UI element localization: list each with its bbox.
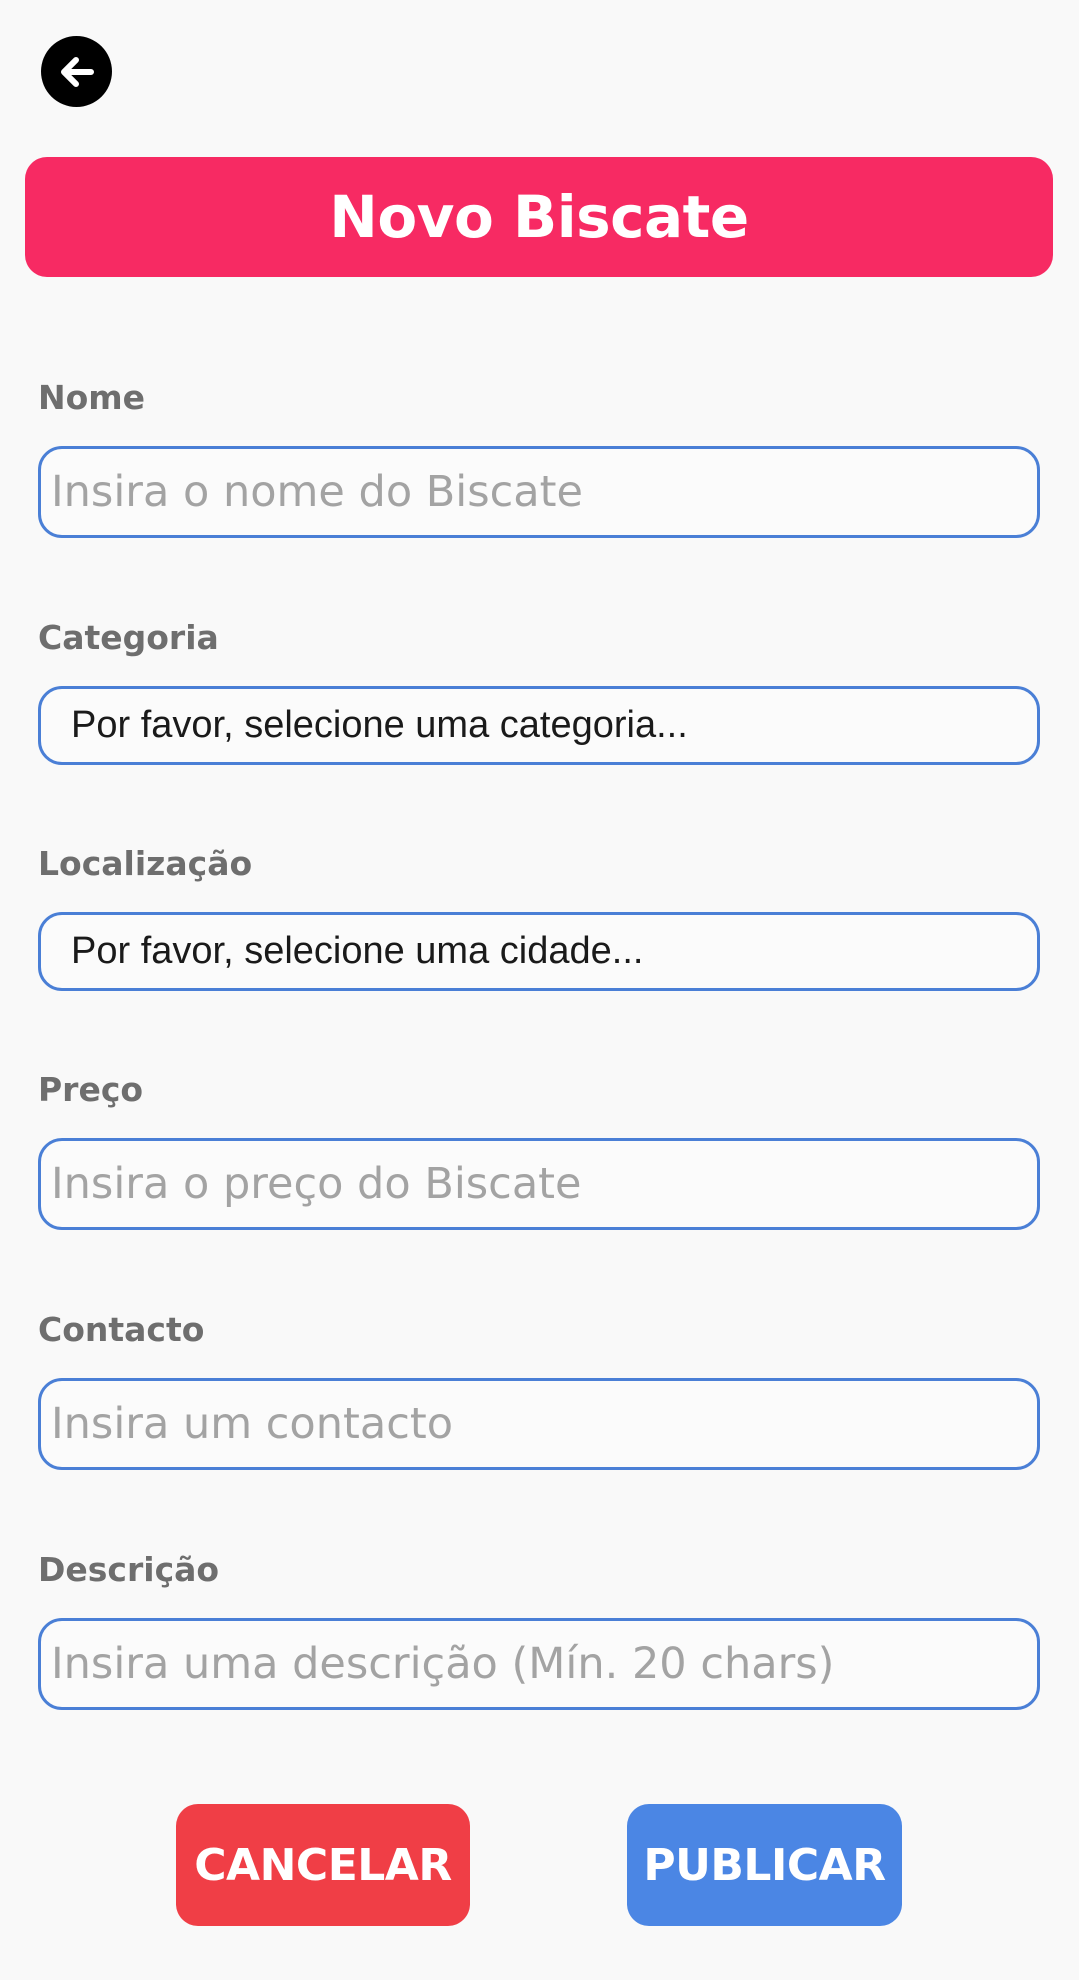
descricao-input[interactable] bbox=[38, 1618, 1040, 1710]
arrow-left-icon bbox=[60, 56, 94, 87]
nome-input[interactable] bbox=[38, 446, 1040, 538]
categoria-select[interactable]: Por favor, selecione uma categoria... bbox=[38, 686, 1040, 765]
categoria-label: Categoria bbox=[38, 618, 219, 657]
localizacao-select-value: Por favor, selecione uma cidade... bbox=[71, 930, 644, 972]
preco-label: Preço bbox=[38, 1070, 144, 1109]
contacto-input[interactable] bbox=[38, 1378, 1040, 1470]
publish-button[interactable]: PUBLICAR bbox=[627, 1804, 902, 1926]
preco-input[interactable] bbox=[38, 1138, 1040, 1230]
page-title: Novo Biscate bbox=[329, 183, 749, 251]
categoria-select-value: Por favor, selecione uma categoria... bbox=[71, 704, 688, 746]
localizacao-select[interactable]: Por favor, selecione uma cidade... bbox=[38, 912, 1040, 991]
contacto-label: Contacto bbox=[38, 1310, 205, 1349]
descricao-label: Descrição bbox=[38, 1550, 220, 1589]
nome-label: Nome bbox=[38, 378, 146, 417]
localizacao-label: Localização bbox=[38, 844, 253, 883]
cancel-button[interactable]: CANCELAR bbox=[176, 1804, 470, 1926]
back-button[interactable] bbox=[41, 36, 112, 107]
title-banner: Novo Biscate bbox=[25, 157, 1053, 277]
